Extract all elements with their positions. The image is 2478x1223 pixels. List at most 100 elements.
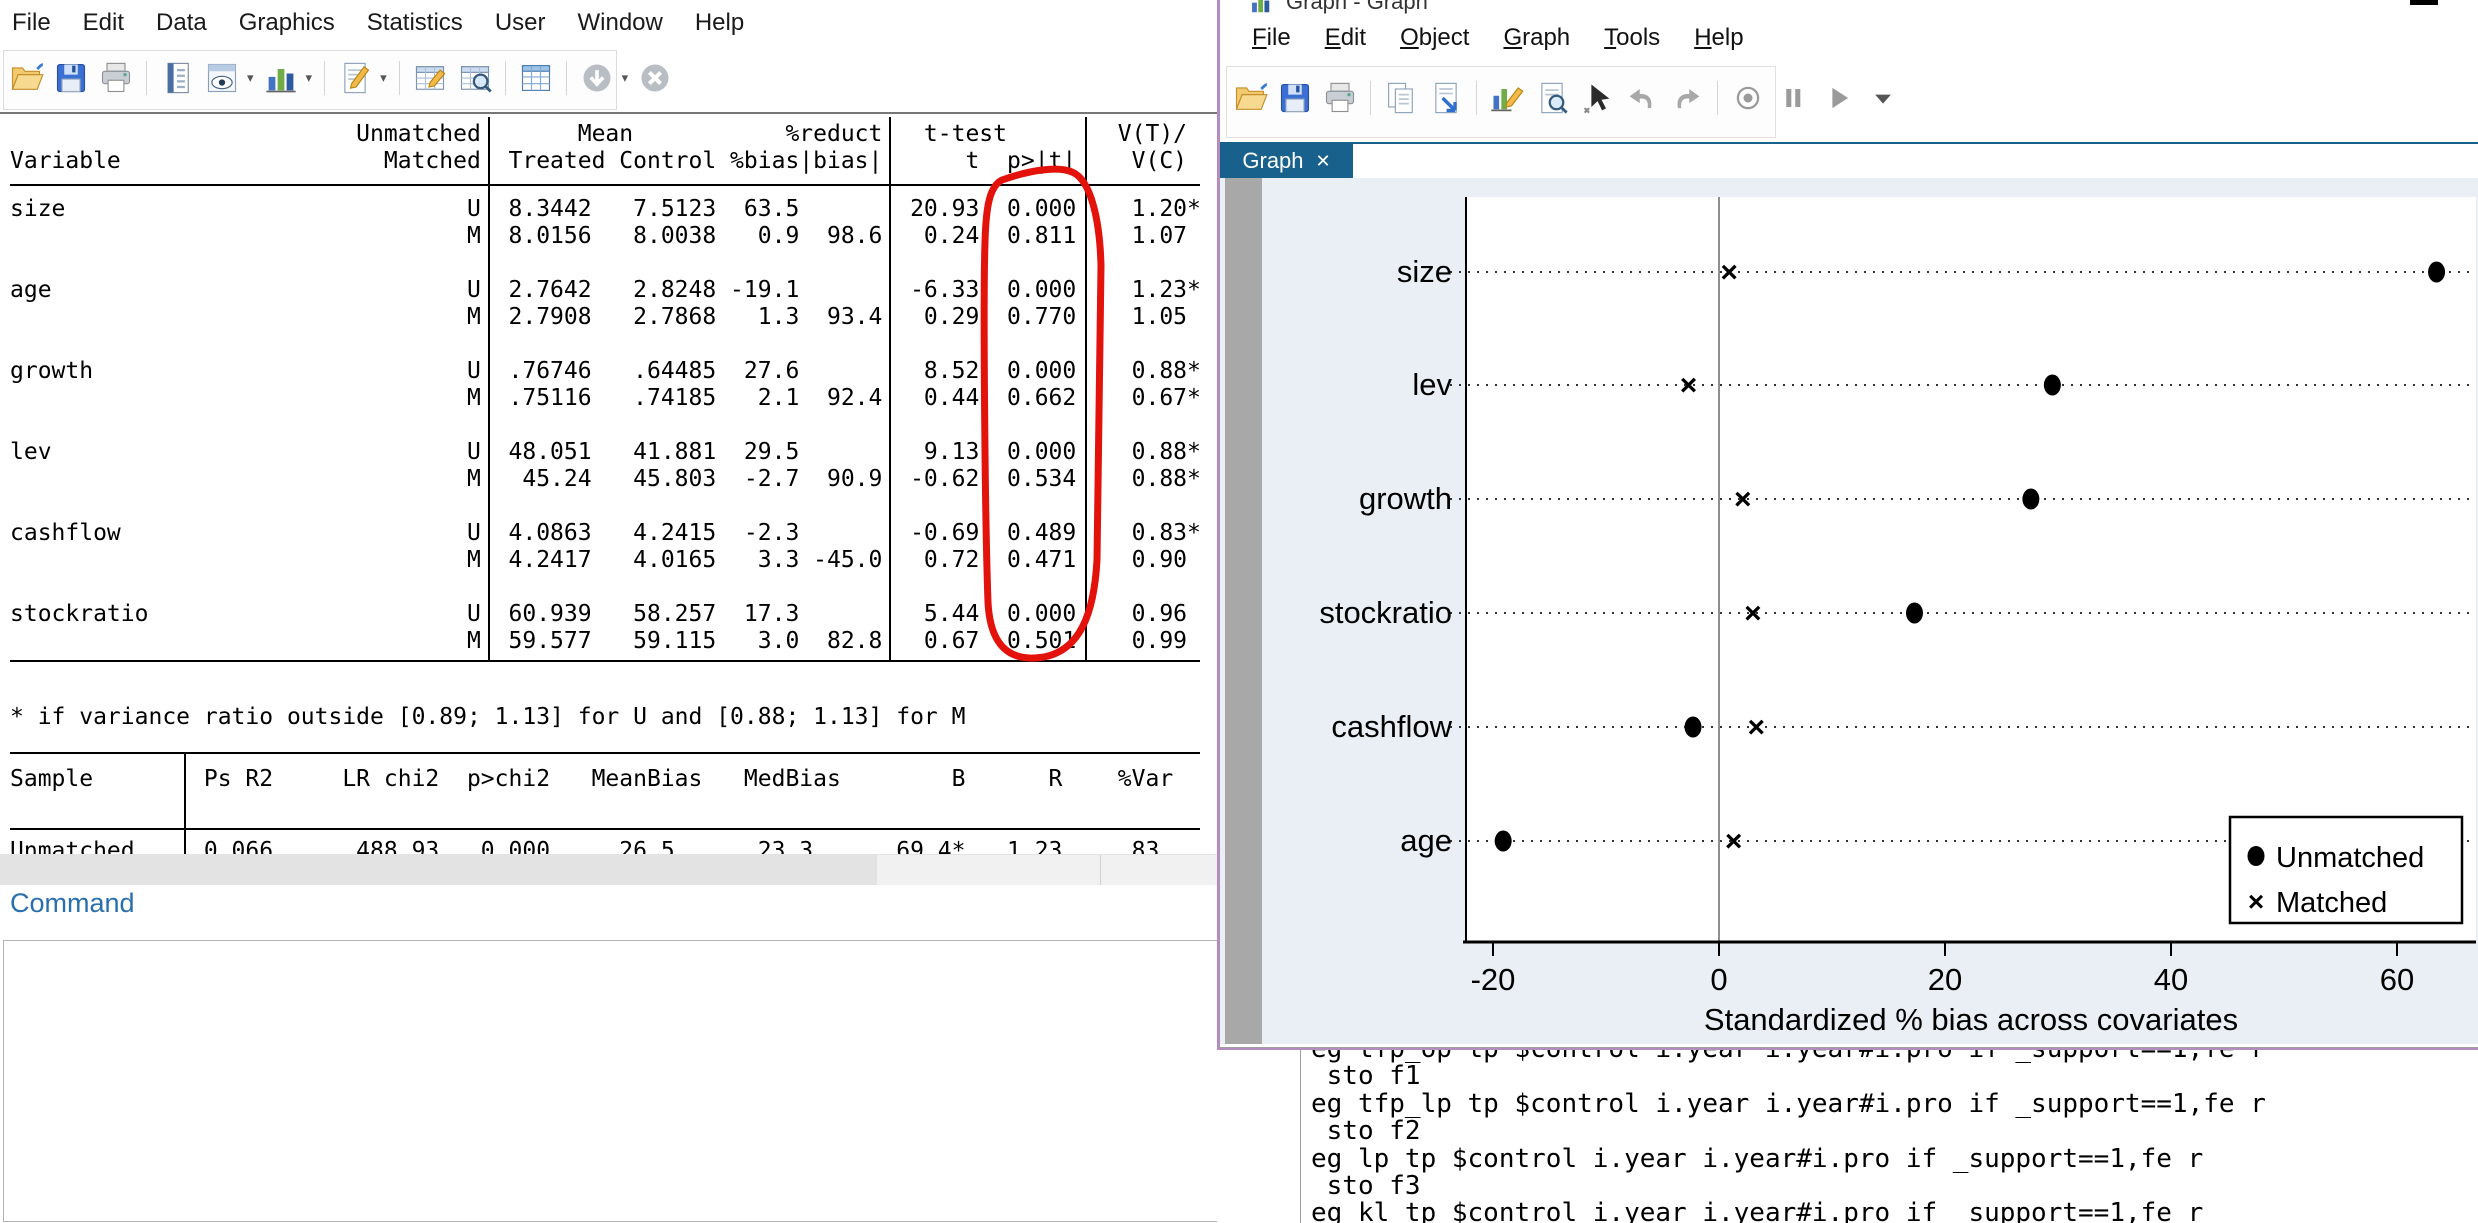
execute-do-icon[interactable] [579,60,615,96]
svg-text:Matched: Matched [2276,887,2387,919]
svg-text:Standardized % bias across cov: Standardized % bias across covariates [1704,1002,2238,1037]
menu-user[interactable]: User [495,9,546,37]
graph-icon[interactable] [263,60,299,96]
svg-text:×: × [1748,711,1766,744]
window-control-fragment [2410,0,2438,5]
do-file-text: eg tfp_op tp $control i.year i.year#i.pr… [1311,1050,2266,1223]
variables-manager-icon[interactable] [518,60,554,96]
export-icon[interactable] [1428,80,1464,116]
menu-graphics[interactable]: Graphics [239,9,335,37]
stata-main-window: File Edit Data Graphics Statistics User Window… [0,0,1222,1223]
svg-text:Unmatched: Unmatched [2276,842,2424,874]
graph-toolbar [1224,70,1909,126]
dropdown-caret-icon[interactable]: ▾ [622,70,629,86]
graph-app-icon [1250,0,1272,15]
graph-window: Graph - Graph File Edit Object Graph Tools He… [1217,0,2478,1050]
svg-text:60: 60 [2380,962,2414,997]
viewer-icon[interactable] [204,60,240,96]
svg-text:40: 40 [2154,962,2188,997]
menu-tools[interactable]: Tools [1604,24,1660,52]
svg-text:20: 20 [1928,962,1962,997]
svg-text:×: × [1680,369,1698,402]
save-icon[interactable] [53,60,89,96]
tab-graph-label: Graph [1242,148,1303,174]
toolbar-separator [1717,81,1718,115]
dropdown-caret-icon[interactable]: ▾ [380,70,387,86]
toolbar-separator [505,61,506,95]
svg-text:lev: lev [1412,367,1452,402]
menu-help[interactable]: Help [1694,24,1743,52]
stata-toolbar: ▾ ▾ ▾ ▾ [0,50,681,106]
svg-text:×: × [1720,256,1738,289]
menu-graph[interactable]: Graph [1503,24,1570,52]
results-horizontal-scrollbar[interactable] [0,854,1222,885]
bias-dot-plot: -20 0 20 40 60 Standardized % bias across cov… [1220,178,2478,1044]
toolbar-separator [1370,81,1371,115]
svg-text:×: × [1734,483,1752,516]
svg-text:age: age [1400,823,1452,858]
red-annotation-circle [0,115,1222,854]
menu-file[interactable]: File [12,9,51,37]
menu-window[interactable]: Window [577,9,662,37]
svg-text:-20: -20 [1471,962,1516,997]
svg-text:0: 0 [1710,962,1727,997]
print-icon[interactable] [98,60,134,96]
svg-text:size: size [1397,254,1452,289]
dropdown-caret-icon[interactable]: ▾ [306,70,313,86]
redo-icon[interactable] [1669,80,1705,116]
svg-text:stockratio: stockratio [1319,595,1452,630]
pointer-icon[interactable] [1579,80,1615,116]
toolbar-separator [566,61,567,95]
tab-close-icon[interactable]: ✕ [1316,151,1331,172]
toolbar-separator [324,61,325,95]
window-shadow [1217,1047,2478,1048]
graph-window-titlebar[interactable]: Graph - Graph [1250,0,1428,15]
svg-text:×: × [2248,886,2264,917]
do-file-editor-pane[interactable]: eg tfp_op tp $control i.year i.year#i.pr… [1217,1050,2478,1223]
do-file-left-border [1300,1050,1301,1223]
svg-text:growth: growth [1359,481,1452,516]
scrollbar-thumb[interactable] [0,855,877,885]
data-editor-icon[interactable] [412,60,448,96]
tab-strip-line [1220,142,2478,144]
menu-object[interactable]: Object [1400,24,1469,52]
menu-statistics[interactable]: Statistics [367,9,463,37]
break-icon[interactable] [637,60,673,96]
svg-text:cashflow: cashflow [1331,709,1452,744]
print-icon[interactable] [1322,80,1358,116]
menu-edit[interactable]: Edit [83,9,124,37]
menu-file[interactable]: File [1252,24,1291,52]
data-browser-icon[interactable] [457,60,493,96]
inspect-icon[interactable] [1534,80,1570,116]
svg-text:×: × [1725,825,1743,858]
copy-icon[interactable] [1383,80,1419,116]
toolbar-separator [399,61,400,95]
menu-data[interactable]: Data [156,9,207,37]
results-pane[interactable]: Unmatched Mean %reduct t-test V(T)/ Vari… [0,115,1222,854]
pane-divider [0,112,1222,114]
caret-down-icon[interactable] [1865,80,1901,116]
svg-text:×: × [1744,597,1762,630]
stata-menubar: File Edit Data Graphics Statistics User Window… [0,0,1222,37]
graph-canvas-area: -20 0 20 40 60 Standardized % bias across cov… [1220,178,2478,1044]
undo-icon[interactable] [1624,80,1660,116]
toolbar-separator [1476,81,1477,115]
toolbar-separator [146,61,147,95]
open-icon[interactable] [8,60,44,96]
command-input[interactable] [3,940,1219,1222]
command-pane-label: Command [10,888,135,919]
scrollbar-divider [1100,855,1101,885]
tab-graph[interactable]: Graph ✕ [1220,144,1353,178]
do-editor-icon[interactable] [337,60,373,96]
open-icon[interactable] [1232,80,1268,116]
graph-edit-icon[interactable] [1489,80,1525,116]
menu-help[interactable]: Help [695,9,744,37]
menu-edit[interactable]: Edit [1325,24,1366,52]
record-icon[interactable] [1730,80,1766,116]
pause-icon[interactable] [1775,80,1811,116]
save-icon[interactable] [1277,80,1313,116]
graph-window-title: Graph - Graph [1286,0,1428,15]
play-icon[interactable] [1820,80,1856,116]
dropdown-caret-icon[interactable]: ▾ [247,70,254,86]
log-icon[interactable] [159,60,195,96]
